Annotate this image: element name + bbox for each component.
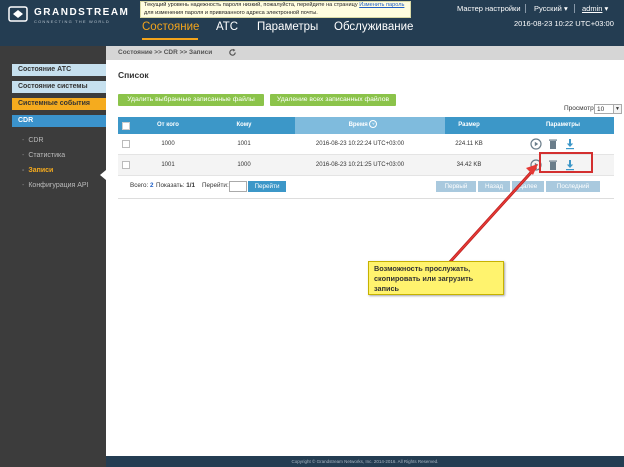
sidebar-item-system-events[interactable]: Системные события <box>12 98 106 110</box>
sidebar-subitem-statistics[interactable]: - Статистика <box>22 152 65 159</box>
breadcrumb-bar: Состояние >> CDR >> Записи <box>106 46 624 60</box>
column-size[interactable]: Размер <box>445 117 493 134</box>
nav-status[interactable]: Состояние <box>142 21 199 33</box>
brand-name: GRANDSTREAM <box>34 7 130 18</box>
column-time-label: Время <box>348 122 368 128</box>
dash-marker: - <box>22 167 25 174</box>
password-warning: Текущий уровень надежность пароля низкий… <box>140 1 411 18</box>
show-value: 1/1 <box>186 182 196 189</box>
column-from[interactable]: От кого <box>144 117 192 134</box>
header-datetime: 2016-08-23 10:22 UTC+03:00 <box>514 19 614 28</box>
row-checkbox[interactable] <box>122 161 130 169</box>
delete-all-button[interactable]: Удаление всех записанных файлов <box>270 94 396 106</box>
sidebar-subitem-label: CDR <box>28 137 44 144</box>
play-icon[interactable] <box>530 159 542 171</box>
user-menu[interactable]: admin ▾ <box>582 4 608 13</box>
user-name: admin <box>582 4 603 13</box>
cell-size: 34.42 KB <box>456 162 482 168</box>
column-to[interactable]: Кому <box>220 117 268 134</box>
show-label: Показать: <box>156 182 185 189</box>
table-row: 1001 1000 2016-08-23 10:21:25 UTC+03:00 … <box>118 155 614 176</box>
warning-text-2: для изменения пароля и привязанного адре… <box>144 9 318 16</box>
language-selector[interactable]: Русский ▾ <box>534 4 568 13</box>
sidebar-subitem-label: Записи <box>28 167 54 174</box>
sidebar-subitem-cdr[interactable]: - CDR <box>22 137 44 144</box>
user-chevron-icon: ▾ <box>604 4 609 13</box>
prev-page-button[interactable]: Назад <box>478 181 510 192</box>
header-separator-2 <box>574 4 575 13</box>
nav-settings[interactable]: Параметры <box>257 21 318 33</box>
page-size-label: Просмотр: <box>564 105 596 112</box>
dash-marker: - <box>22 137 25 144</box>
column-options: Параметры <box>545 122 581 128</box>
delete-icon[interactable] <box>547 138 559 150</box>
column-time[interactable]: Время ˅ <box>336 117 390 134</box>
warning-text-1: Текущий уровень надежность пароля низкий… <box>144 2 360 8</box>
total-count: Всего: 2 <box>130 182 154 189</box>
cell-time: 2016-08-23 10:21:25 UTC+03:00 <box>315 162 405 168</box>
first-page-button[interactable]: Первый <box>436 181 476 192</box>
go-button[interactable]: Перейти <box>248 181 286 192</box>
cell-from: 1000 <box>161 141 175 147</box>
download-icon[interactable] <box>564 138 576 150</box>
callout-note: Возможность прослужать, скопировать или … <box>368 261 504 295</box>
cell-from: 1001 <box>161 162 175 168</box>
cell-to: 1001 <box>237 141 251 147</box>
nav-pbx[interactable]: АТС <box>216 21 238 33</box>
goto-label: Перейти: <box>202 182 229 189</box>
grandstream-logo-icon <box>8 6 28 22</box>
total-value: 2 <box>150 182 154 189</box>
play-icon[interactable] <box>530 138 542 150</box>
download-icon[interactable] <box>564 159 576 171</box>
cell-to: 1000 <box>237 162 251 168</box>
goto-page-input[interactable] <box>229 181 247 192</box>
sidebar-item-system-status[interactable]: Состояние системы <box>12 81 106 93</box>
setup-wizard-link[interactable]: Мастер настройки <box>457 4 521 13</box>
table-header: От кого Кому Время ˅ Размер Параметры <box>118 117 614 134</box>
nav-maintenance[interactable]: Обслуживание <box>334 21 413 33</box>
sidebar-subitem-api-config[interactable]: - Конфигурация API <box>22 182 89 189</box>
delete-selected-button[interactable]: Удалить выбранные записанные файлы <box>118 94 264 106</box>
top-bar: GRANDSTREAM CONNECTING THE WORLD Текущий… <box>0 0 624 46</box>
change-password-link[interactable]: Изменить пароль <box>359 2 404 8</box>
cell-time: 2016-08-23 10:22:24 UTC+03:00 <box>315 141 405 147</box>
sidebar-item-pbx-status[interactable]: Состояние АТС <box>12 64 106 76</box>
language-label: Русский <box>534 4 562 13</box>
brand-tagline: CONNECTING THE WORLD <box>34 19 110 24</box>
row-checkbox[interactable] <box>122 140 130 148</box>
header-separator <box>525 4 526 13</box>
breadcrumb: Состояние >> CDR >> Записи <box>118 49 213 56</box>
sidebar-subitem-recordings[interactable]: - Записи <box>22 167 53 174</box>
sidebar: Состояние АТС Состояние системы Системны… <box>0 46 106 467</box>
delete-icon[interactable] <box>547 159 559 171</box>
page-indicator: Показать: 1/1 <box>156 182 195 189</box>
last-page-button[interactable]: Последний <box>546 181 600 192</box>
select-all-checkbox[interactable] <box>122 122 130 130</box>
main-content: Список Удалить выбранные записанные файл… <box>106 60 624 456</box>
refresh-icon[interactable] <box>228 48 237 57</box>
page-title: Список <box>118 70 149 80</box>
language-chevron-icon: ▾ <box>563 4 568 13</box>
table-row: 1000 1001 2016-08-23 10:22:24 UTC+03:00 … <box>118 134 614 155</box>
select-arrow-icon[interactable]: ▼ <box>614 104 622 114</box>
dash-marker: - <box>22 182 25 189</box>
sidebar-item-cdr[interactable]: CDR <box>12 115 106 127</box>
footer-copyright: Copyright © Grandstream Networks, Inc. 2… <box>106 456 624 467</box>
page-size-select[interactable]: 10 <box>594 104 614 114</box>
nav-active-underline <box>142 38 198 40</box>
total-label: Всего: <box>130 182 149 189</box>
sidebar-subitem-label: Конфигурация API <box>28 182 89 189</box>
pagination: Всего: 2 Показать: 1/1 Перейти: Перейти … <box>118 175 614 199</box>
cell-size: 224.11 KB <box>455 141 483 147</box>
next-page-button[interactable]: Далее <box>512 181 544 192</box>
sort-icon: ˅ <box>369 120 378 129</box>
dash-marker: - <box>22 152 25 159</box>
sidebar-subitem-label: Статистика <box>28 152 66 159</box>
